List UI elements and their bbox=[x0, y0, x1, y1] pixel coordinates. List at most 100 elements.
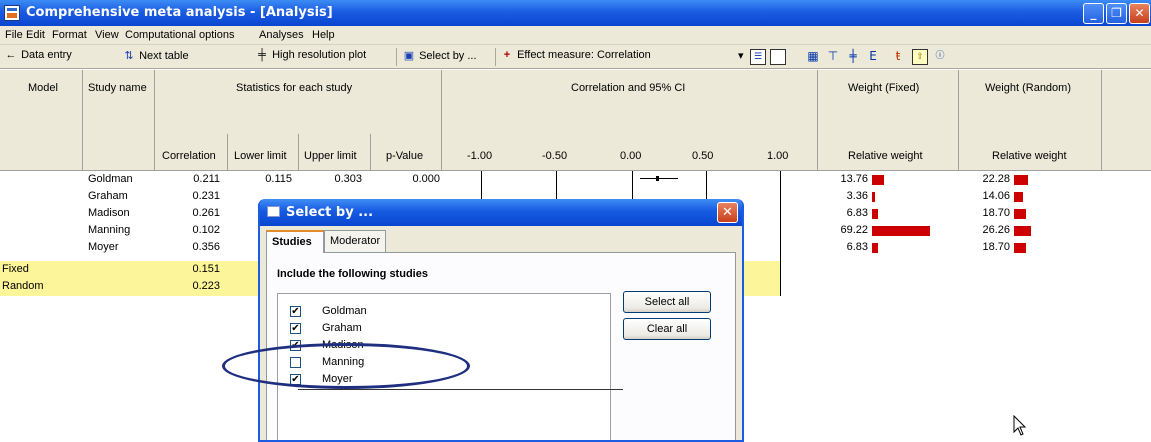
weight-random-bar bbox=[1014, 226, 1031, 236]
close-button[interactable]: ✕ bbox=[1129, 3, 1150, 24]
header-study-name: Study name bbox=[88, 82, 147, 94]
study-name-cell: Goldman bbox=[88, 173, 133, 185]
menu-file[interactable]: File bbox=[5, 29, 23, 41]
error-bars-icon[interactable]: ŧ bbox=[890, 49, 906, 65]
select-by-icon: ▣ bbox=[403, 50, 415, 62]
menu-format[interactable]: Format bbox=[52, 29, 87, 41]
clear-all-button[interactable]: Clear all bbox=[623, 318, 711, 340]
arrow-left-icon: ← bbox=[5, 49, 17, 61]
study-checkbox-label: Graham bbox=[322, 322, 362, 334]
high-resolution-plot-button[interactable]: ╪ High resolution plot bbox=[255, 49, 366, 61]
include-label: Include the following studies bbox=[277, 268, 428, 280]
list-divider bbox=[298, 389, 623, 390]
weight-random-cell: 14.06 bbox=[982, 190, 1010, 202]
menu-view[interactable]: View bbox=[95, 29, 119, 41]
tab-moderator[interactable]: Moderator bbox=[324, 230, 386, 252]
weight-fixed-cell: 3.36 bbox=[846, 190, 868, 202]
weight-random-cell: 26.26 bbox=[982, 224, 1010, 236]
header-statistics: Statistics for each study bbox=[236, 82, 353, 94]
weight-fixed-cell: 6.83 bbox=[846, 207, 868, 219]
swap-arrows-icon: ⇅ bbox=[124, 50, 134, 62]
correlation-cell: 0.231 bbox=[192, 190, 220, 202]
study-checkbox[interactable]: ✔ bbox=[290, 323, 301, 334]
weight-random-bar bbox=[1014, 243, 1026, 253]
header-forest-plot: Correlation and 95% CI bbox=[571, 82, 686, 94]
dialog-close-button[interactable]: ✕ bbox=[717, 202, 738, 223]
study-checkbox[interactable]: ✔ bbox=[290, 306, 301, 317]
tab-studies[interactable]: Studies bbox=[266, 230, 324, 253]
header-p-value: p-Value bbox=[386, 150, 424, 162]
ci-line-goldman bbox=[640, 178, 678, 179]
forest-plot-toggle-icon[interactable]: ╪ bbox=[845, 49, 861, 65]
axis-tick-label: -1.00 bbox=[467, 150, 493, 162]
summary-model-fixed: Fixed bbox=[2, 263, 29, 275]
highlight-icon[interactable]: ⇧ bbox=[912, 49, 928, 65]
mouse-cursor-icon bbox=[1013, 415, 1027, 436]
upper-limit-cell: 0.303 bbox=[334, 173, 362, 185]
toolbar-separator bbox=[396, 48, 397, 66]
weight-fixed-bar bbox=[872, 243, 878, 253]
axis-tick-label: 0.50 bbox=[692, 150, 714, 162]
header-weight-fixed: Weight (Fixed) bbox=[848, 82, 920, 94]
weight-fixed-cell: 69.22 bbox=[840, 224, 868, 236]
weight-random-bar bbox=[1014, 209, 1026, 219]
weight-fixed-cell: 13.76 bbox=[840, 173, 868, 185]
list-view-icon[interactable]: ☰ bbox=[750, 49, 766, 65]
correlation-cell: 0.261 bbox=[192, 207, 220, 219]
menu-analyses[interactable]: Analyses bbox=[259, 29, 304, 41]
left-align-icon[interactable]: E bbox=[865, 49, 881, 65]
restore-button[interactable]: ❐ bbox=[1106, 3, 1127, 24]
header-upper-limit: Upper limit bbox=[304, 150, 357, 162]
select-by-dialog: Select by ... ✕ Studies Moderator Includ… bbox=[258, 199, 744, 442]
toolbar: ← Data entry ⇅ Next table ╪ High resolut… bbox=[0, 45, 1151, 69]
toolbar-separator bbox=[495, 48, 496, 66]
axis-tick-label: -0.50 bbox=[542, 150, 568, 162]
highlight-oval bbox=[222, 343, 470, 389]
forest-plot-icon: ╪ bbox=[258, 49, 266, 61]
info-icon[interactable]: ⓘ bbox=[932, 49, 948, 65]
correlation-cell: 0.211 bbox=[193, 173, 220, 185]
dialog-title-bar: Select by ... ✕ bbox=[260, 199, 742, 226]
weight-fixed-bar bbox=[872, 226, 931, 236]
weight-fixed-bar bbox=[872, 209, 878, 219]
menu-help[interactable]: Help bbox=[312, 29, 335, 41]
menu-computational-options[interactable]: Computational options bbox=[125, 29, 234, 41]
minimize-button[interactable]: _ bbox=[1083, 3, 1104, 24]
p-value-cell: 0.000 bbox=[412, 173, 440, 185]
weight-random-cell: 18.70 bbox=[982, 241, 1010, 253]
weight-fixed-bar bbox=[872, 192, 875, 202]
blank-view-icon[interactable] bbox=[770, 49, 786, 65]
study-name-cell: Manning bbox=[88, 224, 131, 236]
column-sort-icon[interactable]: ⊤ bbox=[825, 49, 841, 65]
data-entry-button[interactable]: ← Data entry bbox=[4, 49, 72, 61]
summary-corr-fixed: 0.151 bbox=[192, 263, 220, 275]
header-lower-limit: Lower limit bbox=[234, 150, 287, 162]
header-relative-weight-fixed: Relative weight bbox=[848, 150, 923, 162]
chevron-down-icon[interactable]: ▾ bbox=[738, 49, 744, 62]
study-name-cell: Madison bbox=[88, 207, 130, 219]
header-relative-weight-random: Relative weight bbox=[992, 150, 1067, 162]
weight-random-cell: 18.70 bbox=[982, 207, 1010, 219]
study-name-cell: Moyer bbox=[88, 241, 119, 253]
ci-point-goldman bbox=[656, 176, 659, 181]
weight-fixed-cell: 6.83 bbox=[846, 241, 868, 253]
window-title: Comprehensive meta analysis - [Analysis] bbox=[26, 5, 333, 20]
select-by-button[interactable]: ▣ Select by ... bbox=[402, 49, 477, 62]
next-table-button[interactable]: ⇅ Next table bbox=[122, 49, 188, 62]
study-checkbox-label: Goldman bbox=[322, 305, 367, 317]
select-all-button[interactable]: Select all bbox=[623, 291, 711, 313]
axis-tick-label: 1.00 bbox=[767, 150, 789, 162]
study-name-cell: Graham bbox=[88, 190, 128, 202]
header-model: Model bbox=[28, 82, 58, 94]
app-icon bbox=[4, 5, 20, 21]
summary-model-random: Random bbox=[2, 280, 44, 292]
header-weight-random: Weight (Random) bbox=[985, 82, 1071, 94]
effect-measure-dropdown[interactable]: + Effect measure: Correlation bbox=[500, 49, 651, 61]
columns-icon[interactable]: ▦ bbox=[805, 49, 821, 65]
correlation-cell: 0.356 bbox=[192, 241, 220, 253]
menu-edit[interactable]: Edit bbox=[26, 29, 45, 41]
lower-limit-cell: 0.115 bbox=[265, 173, 292, 185]
correlation-cell: 0.102 bbox=[192, 224, 220, 236]
weight-random-bar bbox=[1014, 175, 1029, 185]
axis-tick-label: 0.00 bbox=[620, 150, 642, 162]
